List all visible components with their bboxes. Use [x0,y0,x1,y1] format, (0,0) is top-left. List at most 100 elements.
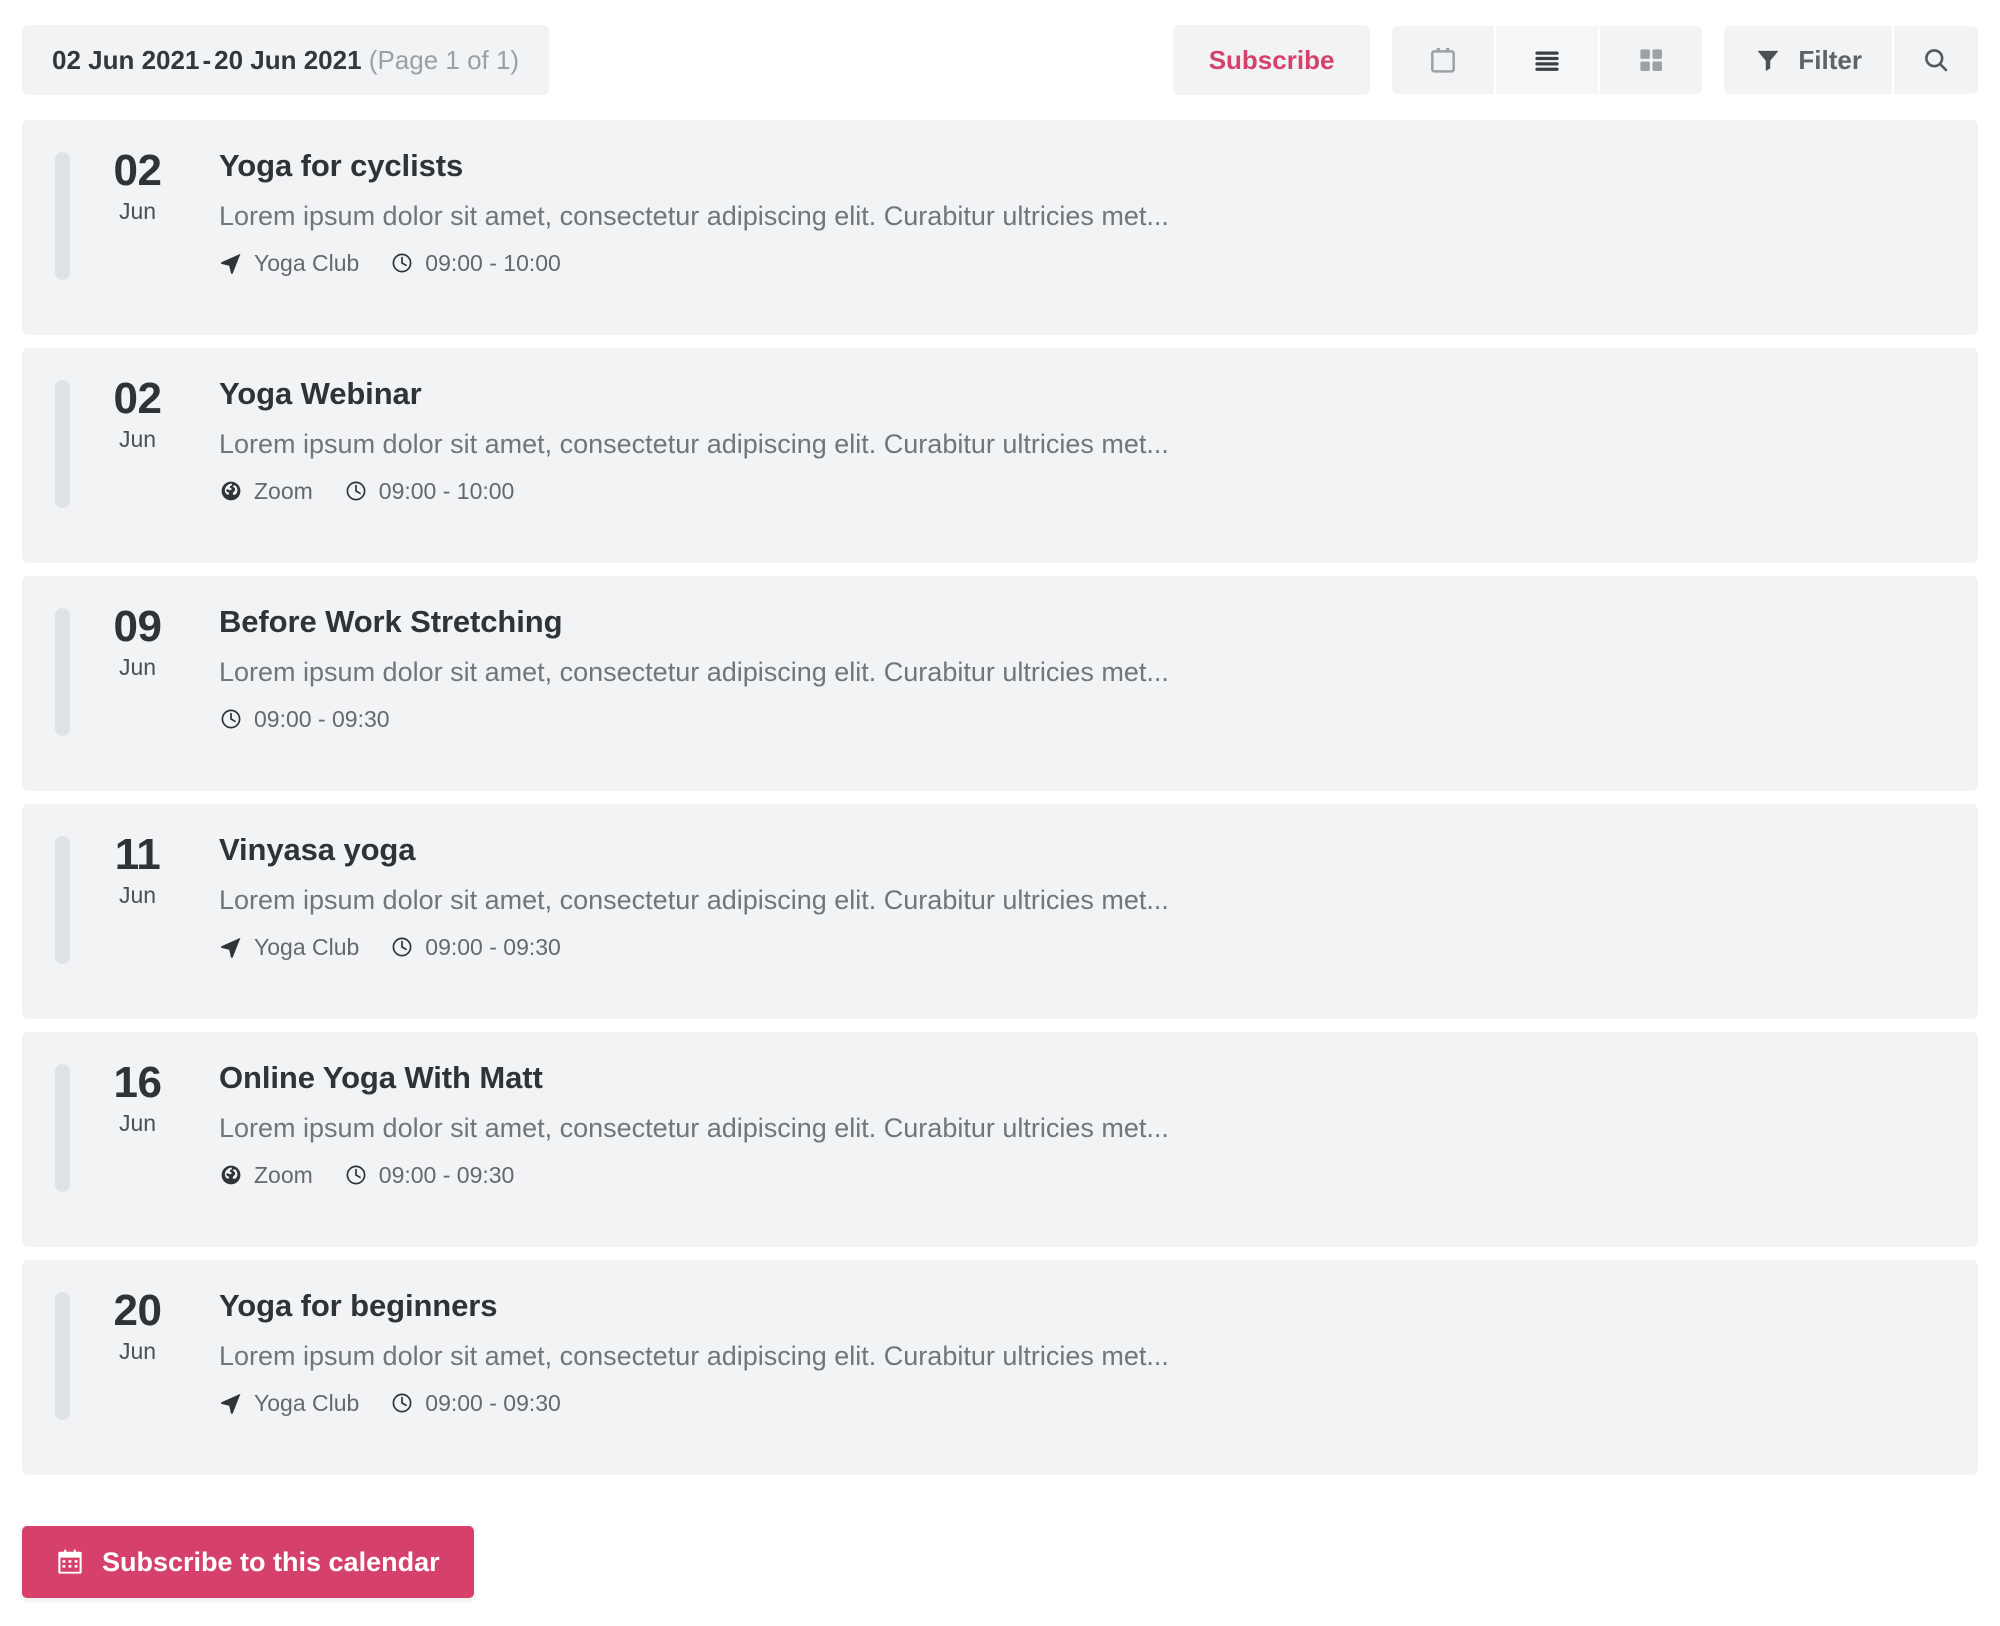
clock-icon [390,935,414,959]
event-description: Lorem ipsum dolor sit amet, consectetur … [219,1113,1169,1144]
calendar-icon [1427,44,1459,76]
event-location: Yoga Club [219,935,359,959]
event-day: 11 [114,830,161,879]
event-description: Lorem ipsum dolor sit amet, consectetur … [219,885,1169,916]
event-time-label: 09:00 - 09:30 [425,934,561,961]
grid-view-button[interactable] [1600,26,1703,94]
event-body: Yoga for cyclists Lorem ipsum dolor sit … [205,147,1978,275]
event-time: 09:00 - 10:00 [344,478,515,505]
event-date-block: 20 Jun [70,1287,205,1368]
event-card[interactable]: 16 Jun Online Yoga With Matt Lorem ipsum… [22,1032,1978,1247]
grid-icon [1636,45,1666,75]
event-body: Yoga Webinar Lorem ipsum dolor sit amet,… [205,375,1978,503]
calendar-view-button[interactable] [1392,26,1495,94]
event-day: 02 [113,374,162,423]
event-date-block: 16 Jun [70,1059,205,1140]
list-view-button[interactable] [1496,26,1599,94]
date-range-separator: - [202,45,212,75]
event-time: 09:00 - 09:30 [219,707,390,731]
event-accent-bar [55,608,70,736]
calendar-grid-icon [56,1548,84,1576]
event-accent-bar [55,380,70,508]
event-time: 09:00 - 09:30 [390,935,561,959]
date-range-display: 02 Jun 2021-20 Jun 2021 (Page 1 of 1) [22,25,550,95]
event-body: Vinyasa yoga Lorem ipsum dolor sit amet,… [205,831,1978,959]
event-accent-bar [55,152,70,280]
event-month: Jun [118,197,157,224]
calendar-list-page: 02 Jun 2021-20 Jun 2021 (Page 1 of 1) Su… [0,0,2000,1626]
event-accent-bar [55,1292,70,1420]
event-list: 02 Jun Yoga for cyclists Lorem ipsum dol… [0,120,2000,1475]
event-meta: 09:00 - 09:30 [219,707,1938,731]
event-body: Online Yoga With Matt Lorem ipsum dolor … [205,1059,1978,1187]
event-location-label: Yoga Club [254,1390,360,1417]
event-location-label: Zoom [254,1162,313,1189]
event-title[interactable]: Yoga for cyclists [219,147,1938,184]
search-button[interactable] [1894,26,1978,94]
event-location: Zoom [219,1163,313,1187]
toolbar: 02 Jun 2021-20 Jun 2021 (Page 1 of 1) Su… [0,0,2000,120]
clock-icon [390,251,414,275]
event-location-label: Yoga Club [254,250,360,277]
clock-icon [344,479,368,503]
event-accent-bar [55,836,70,964]
funnel-icon [1754,46,1782,74]
event-title[interactable]: Vinyasa yoga [219,831,1938,868]
event-location: Zoom [219,479,313,503]
event-month: Jun [118,881,157,908]
clock-icon [219,707,243,731]
event-meta: Yoga Club 09:00 - 10:00 [219,251,1938,275]
event-day: 09 [113,602,162,651]
page-indicator: (Page 1 of 1) [368,45,520,75]
event-location-label: Yoga Club [254,934,360,961]
event-description: Lorem ipsum dolor sit amet, consectetur … [219,1341,1169,1372]
event-card[interactable]: 11 Jun Vinyasa yoga Lorem ipsum dolor si… [22,804,1978,1019]
toolbar-actions: Subscribe Filter [1172,25,1978,95]
event-description: Lorem ipsum dolor sit amet, consectetur … [219,201,1169,232]
event-location: Yoga Club [219,251,359,275]
clock-icon [390,1391,414,1415]
event-time: 09:00 - 10:00 [390,251,561,275]
filter-button[interactable]: Filter [1724,26,1892,94]
event-date-block: 02 Jun [70,147,205,228]
event-meta: Zoom 09:00 - 10:00 [219,479,1938,503]
navigation-arrow-icon [219,935,243,959]
event-time-label: 09:00 - 09:30 [254,706,390,733]
event-title[interactable]: Before Work Stretching [219,603,1938,640]
event-card[interactable]: 20 Jun Yoga for beginners Lorem ipsum do… [22,1260,1978,1475]
event-title[interactable]: Yoga for beginners [219,1287,1938,1324]
event-title[interactable]: Yoga Webinar [219,375,1938,412]
event-card[interactable]: 09 Jun Before Work Stretching Lorem ipsu… [22,576,1978,791]
event-time-label: 09:00 - 10:00 [378,478,515,505]
subscribe-button[interactable]: Subscribe [1172,25,1371,95]
event-title[interactable]: Online Yoga With Matt [219,1059,1938,1096]
event-day: 20 [113,1286,162,1335]
globe-icon [219,479,243,503]
event-meta: Yoga Club 09:00 - 09:30 [219,1391,1938,1415]
event-month: Jun [118,653,157,680]
search-icon [1921,45,1951,75]
date-range-end: 20 Jun 2021 [214,45,362,75]
filter-search-group: Filter [1724,26,1978,94]
footer-bar: Subscribe to this calendar [0,1526,2000,1626]
event-card[interactable]: 02 Jun Yoga for cyclists Lorem ipsum dol… [22,120,1978,335]
event-meta: Yoga Club 09:00 - 09:30 [219,935,1938,959]
event-day: 02 [113,146,162,195]
view-toggle-group [1392,26,1703,94]
event-month: Jun [118,1337,157,1364]
event-body: Before Work Stretching Lorem ipsum dolor… [205,603,1978,731]
event-month: Jun [118,425,157,452]
date-range-start: 02 Jun 2021 [52,45,200,75]
event-time-label: 09:00 - 10:00 [425,250,561,277]
navigation-arrow-icon [219,251,243,275]
event-location: Yoga Club [219,1391,359,1415]
subscribe-to-calendar-label: Subscribe to this calendar [102,1546,440,1577]
event-description: Lorem ipsum dolor sit amet, consectetur … [219,429,1169,460]
event-time-label: 09:00 - 09:30 [378,1162,515,1189]
filter-label: Filter [1798,44,1862,75]
globe-icon [219,1163,243,1187]
event-card[interactable]: 02 Jun Yoga Webinar Lorem ipsum dolor si… [22,348,1978,563]
subscribe-to-calendar-button[interactable]: Subscribe to this calendar [22,1526,474,1598]
event-date-block: 02 Jun [70,375,205,456]
event-location-label: Zoom [254,478,313,505]
